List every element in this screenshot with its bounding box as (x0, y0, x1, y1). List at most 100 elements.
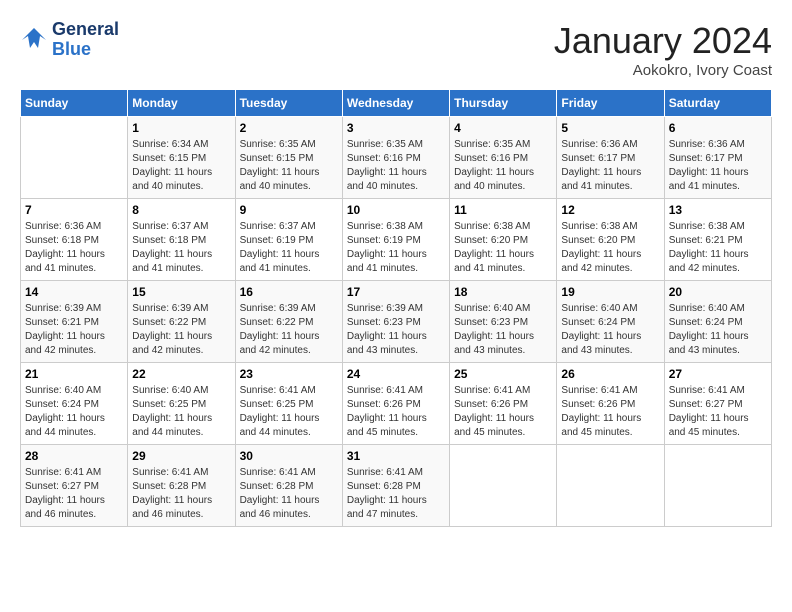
day-detail: Sunrise: 6:40 AM Sunset: 6:23 PM Dayligh… (454, 302, 552, 358)
calendar-day-cell: 9 Sunrise: 6:37 AM Sunset: 6:19 PM Daylig… (235, 199, 342, 281)
day-number: 21 (25, 367, 123, 381)
day-detail: Sunrise: 6:40 AM Sunset: 6:24 PM Dayligh… (669, 302, 767, 358)
day-number: 7 (25, 203, 123, 217)
day-detail: Sunrise: 6:37 AM Sunset: 6:18 PM Dayligh… (132, 220, 230, 276)
day-detail: Sunrise: 6:41 AM Sunset: 6:26 PM Dayligh… (347, 384, 445, 440)
location: Aokokro, Ivory Coast (554, 62, 772, 79)
calendar-day-cell: 10 Sunrise: 6:38 AM Sunset: 6:19 PM Dayli… (342, 199, 449, 281)
calendar-week-row: 21 Sunrise: 6:40 AM Sunset: 6:24 PM Dayli… (21, 363, 772, 445)
calendar-day-cell: 23 Sunrise: 6:41 AM Sunset: 6:25 PM Dayli… (235, 363, 342, 445)
day-detail: Sunrise: 6:39 AM Sunset: 6:21 PM Dayligh… (25, 302, 123, 358)
calendar-body: 1Sunrise: 6:34 AM Sunset: 6:15 PM Daylig… (21, 117, 772, 527)
day-detail: Sunrise: 6:41 AM Sunset: 6:27 PM Dayligh… (669, 384, 767, 440)
day-number: 6 (669, 121, 767, 135)
day-number: 5 (561, 121, 659, 135)
calendar-day-cell (557, 445, 664, 527)
day-detail: Sunrise: 6:39 AM Sunset: 6:22 PM Dayligh… (240, 302, 338, 358)
logo: General Blue (20, 20, 119, 60)
day-detail: Sunrise: 6:39 AM Sunset: 6:23 PM Dayligh… (347, 302, 445, 358)
day-number: 28 (25, 449, 123, 463)
calendar-week-row: 7 Sunrise: 6:36 AM Sunset: 6:18 PM Daylig… (21, 199, 772, 281)
calendar-week-row: 28 Sunrise: 6:41 AM Sunset: 6:27 PM Dayli… (21, 445, 772, 527)
calendar-day-cell: 31 Sunrise: 6:41 AM Sunset: 6:28 PM Dayli… (342, 445, 449, 527)
weekday-header-cell: Tuesday (235, 90, 342, 117)
day-detail: Sunrise: 6:41 AM Sunset: 6:28 PM Dayligh… (347, 466, 445, 522)
day-number: 22 (132, 367, 230, 381)
calendar-day-cell: 25Sunrise: 6:41 AM Sunset: 6:26 PM Dayli… (450, 363, 557, 445)
calendar-week-row: 1Sunrise: 6:34 AM Sunset: 6:15 PM Daylig… (21, 117, 772, 199)
day-number: 18 (454, 285, 552, 299)
weekday-header-cell: Sunday (21, 90, 128, 117)
day-number: 17 (347, 285, 445, 299)
weekday-header-cell: Wednesday (342, 90, 449, 117)
weekday-header-cell: Thursday (450, 90, 557, 117)
calendar-day-cell: 5 Sunrise: 6:36 AM Sunset: 6:17 PM Daylig… (557, 117, 664, 199)
day-detail: Sunrise: 6:41 AM Sunset: 6:26 PM Dayligh… (561, 384, 659, 440)
page-header: General Blue January 2024 Aokokro, Ivory… (20, 20, 772, 79)
calendar-day-cell (664, 445, 771, 527)
day-detail: Sunrise: 6:35 AM Sunset: 6:16 PM Dayligh… (454, 138, 552, 194)
day-number: 9 (240, 203, 338, 217)
month-title: January 2024 (554, 20, 772, 62)
day-number: 15 (132, 285, 230, 299)
calendar-day-cell: 12 Sunrise: 6:38 AM Sunset: 6:20 PM Dayli… (557, 199, 664, 281)
weekday-header-cell: Monday (128, 90, 235, 117)
day-detail: Sunrise: 6:41 AM Sunset: 6:27 PM Dayligh… (25, 466, 123, 522)
calendar-day-cell: 29 Sunrise: 6:41 AM Sunset: 6:28 PM Dayli… (128, 445, 235, 527)
day-number: 20 (669, 285, 767, 299)
day-detail: Sunrise: 6:40 AM Sunset: 6:24 PM Dayligh… (25, 384, 123, 440)
day-detail: Sunrise: 6:41 AM Sunset: 6:28 PM Dayligh… (240, 466, 338, 522)
calendar-day-cell: 20 Sunrise: 6:40 AM Sunset: 6:24 PM Dayli… (664, 281, 771, 363)
day-detail: Sunrise: 6:38 AM Sunset: 6:21 PM Dayligh… (669, 220, 767, 276)
day-detail: Sunrise: 6:38 AM Sunset: 6:20 PM Dayligh… (561, 220, 659, 276)
calendar-day-cell: 26Sunrise: 6:41 AM Sunset: 6:26 PM Dayli… (557, 363, 664, 445)
day-detail: Sunrise: 6:40 AM Sunset: 6:25 PM Dayligh… (132, 384, 230, 440)
logo-bird-icon (20, 26, 48, 54)
day-detail: Sunrise: 6:36 AM Sunset: 6:17 PM Dayligh… (669, 138, 767, 194)
calendar-day-cell: 21 Sunrise: 6:40 AM Sunset: 6:24 PM Dayli… (21, 363, 128, 445)
calendar-day-cell: 11 Sunrise: 6:38 AM Sunset: 6:20 PM Dayli… (450, 199, 557, 281)
day-number: 23 (240, 367, 338, 381)
calendar-day-cell (450, 445, 557, 527)
day-number: 11 (454, 203, 552, 217)
calendar-day-cell: 30Sunrise: 6:41 AM Sunset: 6:28 PM Dayli… (235, 445, 342, 527)
day-number: 16 (240, 285, 338, 299)
logo-text: General Blue (52, 20, 119, 60)
calendar-day-cell: 19Sunrise: 6:40 AM Sunset: 6:24 PM Dayli… (557, 281, 664, 363)
weekday-header-row: SundayMondayTuesdayWednesdayThursdayFrid… (21, 90, 772, 117)
day-number: 14 (25, 285, 123, 299)
day-detail: Sunrise: 6:36 AM Sunset: 6:18 PM Dayligh… (25, 220, 123, 276)
day-detail: Sunrise: 6:40 AM Sunset: 6:24 PM Dayligh… (561, 302, 659, 358)
day-number: 31 (347, 449, 445, 463)
calendar-day-cell (21, 117, 128, 199)
day-number: 12 (561, 203, 659, 217)
day-number: 27 (669, 367, 767, 381)
weekday-header-cell: Saturday (664, 90, 771, 117)
calendar-day-cell: 3Sunrise: 6:35 AM Sunset: 6:16 PM Daylig… (342, 117, 449, 199)
calendar-day-cell: 28 Sunrise: 6:41 AM Sunset: 6:27 PM Dayli… (21, 445, 128, 527)
calendar-day-cell: 2Sunrise: 6:35 AM Sunset: 6:15 PM Daylig… (235, 117, 342, 199)
day-detail: Sunrise: 6:38 AM Sunset: 6:19 PM Dayligh… (347, 220, 445, 276)
day-detail: Sunrise: 6:34 AM Sunset: 6:15 PM Dayligh… (132, 138, 230, 194)
day-detail: Sunrise: 6:37 AM Sunset: 6:19 PM Dayligh… (240, 220, 338, 276)
day-number: 13 (669, 203, 767, 217)
calendar-day-cell: 13 Sunrise: 6:38 AM Sunset: 6:21 PM Dayli… (664, 199, 771, 281)
day-detail: Sunrise: 6:38 AM Sunset: 6:20 PM Dayligh… (454, 220, 552, 276)
calendar-day-cell: 16 Sunrise: 6:39 AM Sunset: 6:22 PM Dayli… (235, 281, 342, 363)
calendar-day-cell: 18 Sunrise: 6:40 AM Sunset: 6:23 PM Dayli… (450, 281, 557, 363)
calendar-week-row: 14 Sunrise: 6:39 AM Sunset: 6:21 PM Dayli… (21, 281, 772, 363)
day-detail: Sunrise: 6:36 AM Sunset: 6:17 PM Dayligh… (561, 138, 659, 194)
day-number: 4 (454, 121, 552, 135)
day-detail: Sunrise: 6:39 AM Sunset: 6:22 PM Dayligh… (132, 302, 230, 358)
day-detail: Sunrise: 6:41 AM Sunset: 6:28 PM Dayligh… (132, 466, 230, 522)
day-number: 10 (347, 203, 445, 217)
day-detail: Sunrise: 6:41 AM Sunset: 6:25 PM Dayligh… (240, 384, 338, 440)
day-detail: Sunrise: 6:35 AM Sunset: 6:15 PM Dayligh… (240, 138, 338, 194)
day-number: 29 (132, 449, 230, 463)
weekday-header-cell: Friday (557, 90, 664, 117)
calendar-day-cell: 22 Sunrise: 6:40 AM Sunset: 6:25 PM Dayli… (128, 363, 235, 445)
calendar-day-cell: 1Sunrise: 6:34 AM Sunset: 6:15 PM Daylig… (128, 117, 235, 199)
calendar-day-cell: 7 Sunrise: 6:36 AM Sunset: 6:18 PM Daylig… (21, 199, 128, 281)
day-number: 8 (132, 203, 230, 217)
title-block: January 2024 Aokokro, Ivory Coast (554, 20, 772, 79)
